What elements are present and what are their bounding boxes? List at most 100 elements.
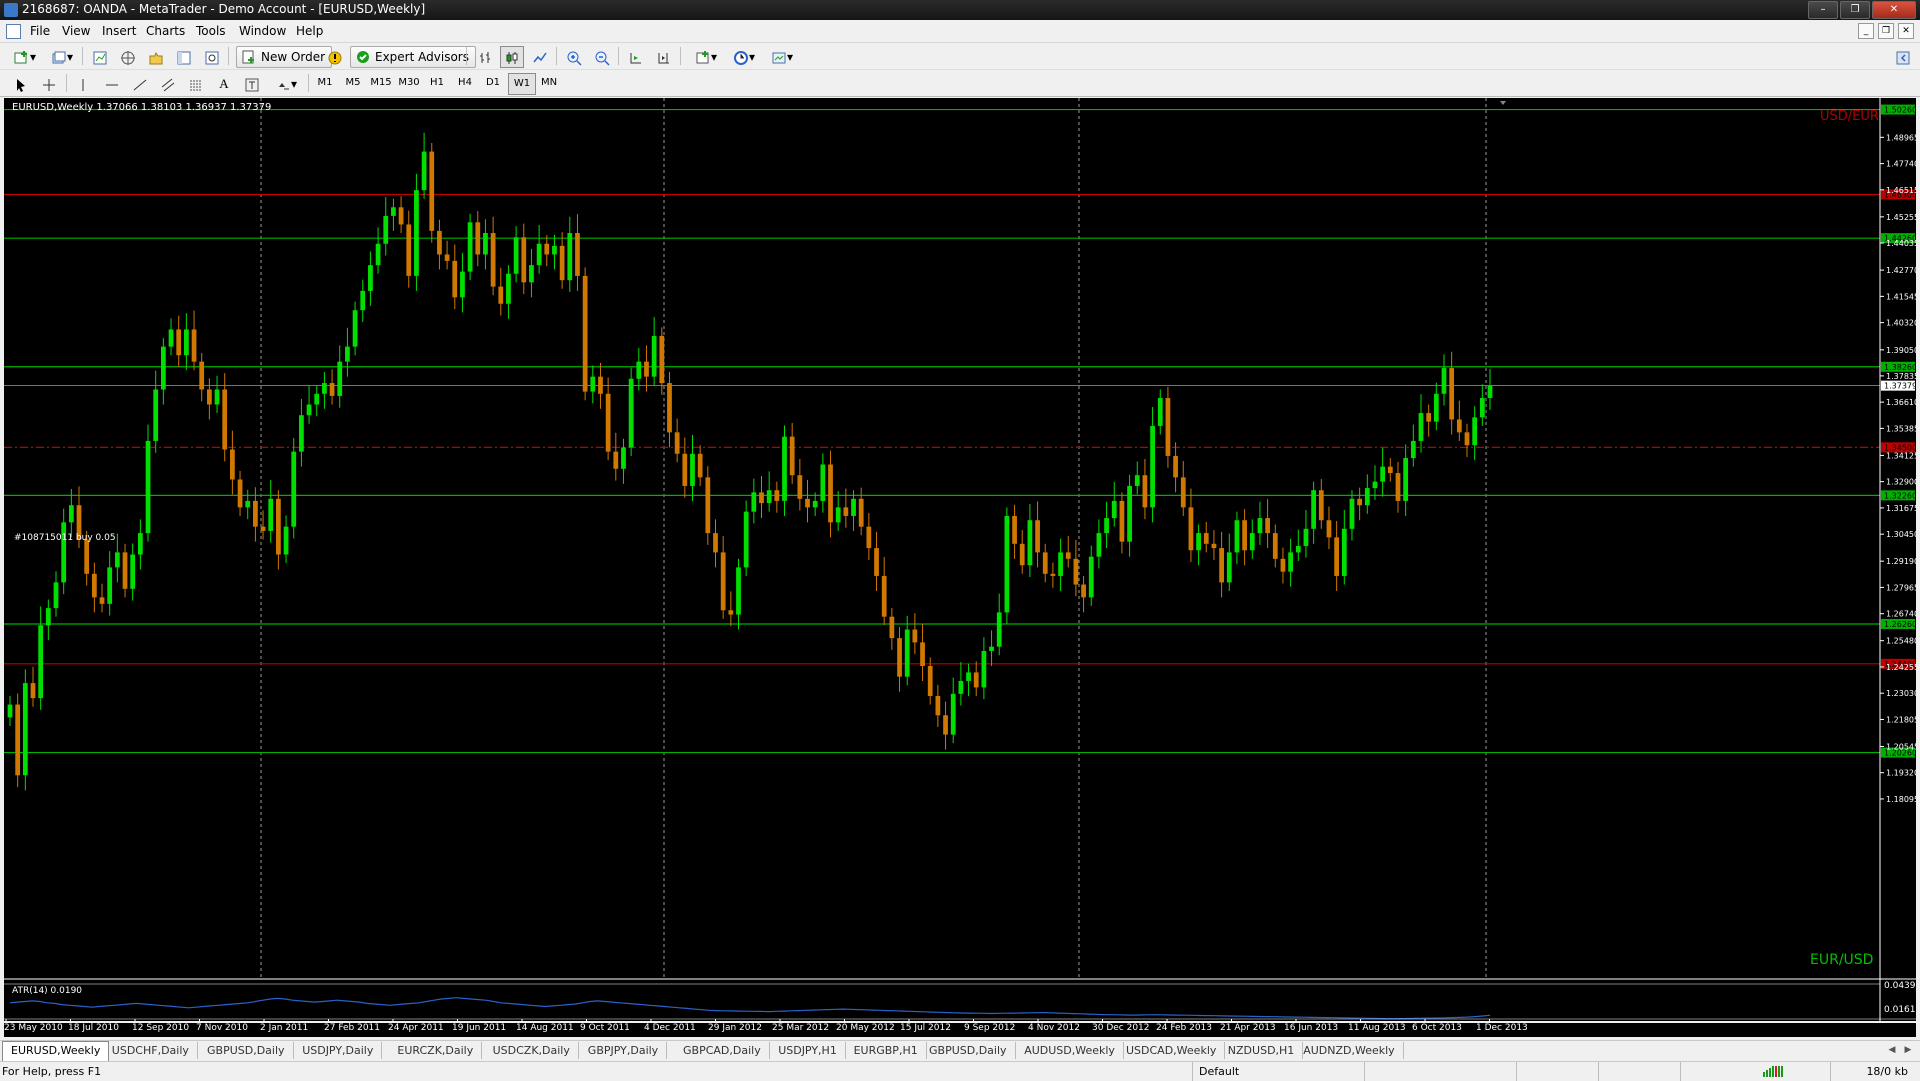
chart-tab[interactable]: EURCZK,Daily — [389, 1042, 483, 1059]
profiles-button[interactable]: ▾ — [44, 46, 80, 68]
chart-window[interactable]: 1.50260 1.46300 1.44260 1.38260 1.34500 1.322… — [4, 98, 1916, 1021]
title-bar: 2168687: OANDA - MetaTrader - Demo Accou… — [0, 0, 1920, 20]
new-order-button[interactable]: New Order — [236, 46, 333, 68]
cursor-button[interactable] — [10, 73, 32, 95]
date-label: 27 Feb 2011 — [324, 1023, 381, 1033]
auto-scroll-icon — [630, 52, 641, 63]
timeframe-d1-button[interactable]: D1 — [480, 73, 506, 93]
fibonacci-button[interactable] — [184, 73, 208, 95]
arrows-button[interactable]: ▾ — [270, 73, 302, 95]
menu-window[interactable]: Window — [239, 24, 286, 38]
timeframe-h1-button[interactable]: H1 — [424, 73, 450, 93]
navigator-button[interactable] — [116, 46, 140, 68]
mdi-restore-button[interactable]: ❐ — [1878, 23, 1894, 39]
line-chart-icon — [533, 52, 547, 62]
autotrading-warning-button[interactable] — [324, 46, 346, 68]
menu-charts[interactable]: Charts — [146, 24, 185, 38]
chart-document-icon[interactable] — [6, 24, 21, 39]
candle-body — [766, 490, 772, 504]
timeframe-m5-button[interactable]: M5 — [340, 73, 366, 93]
chart-tab[interactable]: USDJPY,Daily — [294, 1042, 383, 1059]
candle-body — [1019, 543, 1025, 566]
candle-body — [329, 383, 335, 396]
auto-scroll-button[interactable] — [624, 46, 648, 68]
candle-body — [1081, 584, 1086, 598]
chart-tab[interactable]: AUDNZD,Weekly — [1295, 1042, 1404, 1059]
date-label: 19 Jun 2011 — [452, 1023, 507, 1033]
price-tick-label: 1.20545 — [1886, 742, 1916, 751]
strategy-tester-button[interactable] — [200, 46, 224, 68]
timeframe-m1-button[interactable]: M1 — [312, 73, 338, 93]
chart-tab[interactable]: GBPCAD,Daily — [675, 1042, 770, 1059]
close-button[interactable]: ✕ — [1872, 1, 1916, 19]
menu-tools[interactable]: Tools — [196, 24, 226, 38]
indicators-button[interactable]: ▾ — [688, 46, 724, 68]
zoom-out-button[interactable] — [590, 46, 614, 68]
candle-body — [322, 383, 327, 394]
minimize-button[interactable]: – — [1808, 1, 1838, 19]
chart-tab[interactable]: NZDUSD,H1 — [1220, 1042, 1304, 1059]
timeframe-h4-button[interactable]: H4 — [452, 73, 478, 93]
menu-view[interactable]: View — [62, 24, 90, 38]
tab-scroll-right-icon[interactable]: ▶ — [1902, 1044, 1914, 1056]
new-chart-button[interactable]: ▾ — [8, 46, 42, 68]
candle-body — [391, 207, 396, 216]
chart-tab[interactable]: EURUSD,Weekly — [2, 1041, 110, 1061]
candle-body — [222, 389, 228, 450]
crosshair-button[interactable] — [38, 73, 60, 95]
chart-tab[interactable]: GBPUSD,Daily — [921, 1042, 1016, 1059]
chart-tab[interactable]: USDCAD,Weekly — [1118, 1042, 1226, 1059]
data-window-button[interactable] — [144, 46, 168, 68]
chart-tab[interactable]: GBPUSD,Daily — [199, 1042, 294, 1059]
text-button[interactable]: A — [212, 73, 236, 95]
candle-body — [114, 552, 120, 568]
candle-body — [1065, 552, 1071, 559]
chart-tab[interactable]: AUDUSD,Weekly — [1016, 1042, 1124, 1059]
candle-body — [736, 567, 741, 615]
strategy-tester-icon — [205, 51, 219, 64]
timeframe-w1-button[interactable]: W1 — [508, 73, 536, 95]
chart-shift-button[interactable] — [652, 46, 676, 68]
terminal-button[interactable] — [172, 46, 196, 68]
menu-help[interactable]: Help — [296, 24, 323, 38]
market-watch-button[interactable] — [88, 46, 112, 68]
chart-tab[interactable]: USDCHF,Daily — [104, 1042, 198, 1059]
collapse-toolbar-button[interactable] — [1892, 46, 1914, 68]
chart-tab[interactable]: GBPJPY,Daily — [580, 1042, 668, 1059]
candle-body — [506, 273, 511, 304]
candlestick-button[interactable] — [500, 46, 524, 68]
candle-body — [513, 237, 519, 274]
chart-tab[interactable]: USDJPY,H1 — [770, 1042, 846, 1059]
trendline-button[interactable] — [128, 73, 152, 95]
candle-body — [375, 243, 381, 266]
text-label-button[interactable] — [240, 73, 264, 95]
line-chart-button[interactable] — [528, 46, 552, 68]
candle-body — [728, 610, 734, 615]
restore-button[interactable]: ❐ — [1840, 1, 1870, 19]
candle-body — [682, 453, 688, 486]
zoom-in-button[interactable] — [562, 46, 586, 68]
periods-button[interactable]: ▾ — [726, 46, 762, 68]
horizontal-line-button[interactable] — [100, 73, 124, 95]
vertical-line-button[interactable] — [74, 73, 90, 95]
mdi-minimize-button[interactable]: _ — [1858, 23, 1874, 39]
menu-insert[interactable]: Insert — [102, 24, 136, 38]
templates-button[interactable]: ▾ — [764, 46, 800, 68]
menu-file[interactable]: File — [30, 24, 50, 38]
chart-tab[interactable]: USDCZK,Daily — [485, 1042, 579, 1059]
expert-advisors-button[interactable]: Expert Advisors — [350, 46, 476, 68]
candle-body — [1257, 518, 1263, 534]
candle-body — [368, 265, 373, 291]
candle-body — [53, 582, 59, 609]
tab-scroll-left-icon[interactable]: ◀ — [1886, 1044, 1898, 1056]
candle-body — [1242, 520, 1247, 551]
chart-canvas[interactable]: 1.502601.463001.442601.382601.345001.322… — [4, 98, 1916, 1021]
chart-tab[interactable]: EURGBP,H1 — [846, 1042, 927, 1059]
bar-chart-button[interactable] — [474, 46, 498, 68]
mdi-close-button[interactable]: ✕ — [1898, 23, 1914, 39]
channel-button[interactable] — [156, 73, 180, 95]
timeframe-mn-button[interactable]: MN — [536, 73, 562, 93]
timeframe-m30-button[interactable]: M30 — [396, 73, 422, 93]
timeframe-m15-button[interactable]: M15 — [368, 73, 394, 93]
toolbar-separator — [466, 47, 467, 65]
